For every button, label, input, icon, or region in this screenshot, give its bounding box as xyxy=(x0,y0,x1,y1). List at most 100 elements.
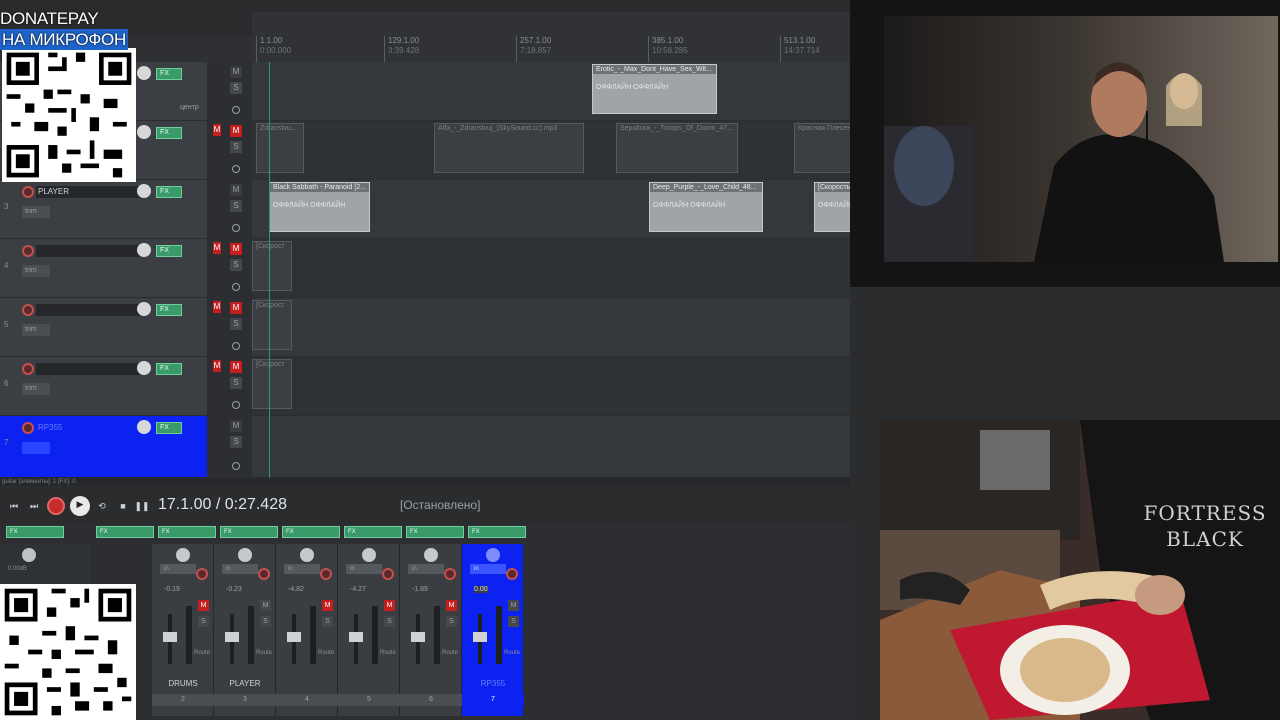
pan-knob[interactable] xyxy=(486,548,500,562)
phase-icon[interactable] xyxy=(232,165,240,173)
record-arm-button[interactable] xyxy=(22,422,34,434)
volume-knob[interactable] xyxy=(137,184,151,198)
media-item[interactable]: [Скорост xyxy=(252,359,292,409)
record-arm-button[interactable] xyxy=(22,363,34,375)
volume-knob[interactable] xyxy=(137,125,151,139)
fx-button[interactable]: FX xyxy=(156,245,182,257)
track-lane[interactable]: Zdravstvu... Alfa_-_Zdravstvuj_(SkySound… xyxy=(252,121,850,180)
track-lane[interactable]: [Скорост xyxy=(252,357,850,416)
record-arm-button[interactable] xyxy=(320,568,332,580)
track-name[interactable] xyxy=(36,245,140,257)
horizontal-scrollbar[interactable] xyxy=(252,478,850,486)
solo-button[interactable]: S xyxy=(230,141,242,153)
fx-button[interactable]: FX xyxy=(156,304,182,316)
solo-button[interactable]: S xyxy=(260,616,271,627)
mute-button[interactable]: M xyxy=(230,361,242,373)
track-5[interactable]: 5 FX trim xyxy=(0,298,207,357)
record-arm-button[interactable] xyxy=(258,568,270,580)
input-button[interactable]: in xyxy=(222,564,258,574)
pan-knob[interactable] xyxy=(300,548,314,562)
volume-knob[interactable] xyxy=(137,243,151,257)
mixer-strip[interactable]: in -0.19 M S Route DRUMS 2 xyxy=(152,544,214,716)
solo-button[interactable]: S xyxy=(384,616,395,627)
record-button[interactable] xyxy=(47,497,65,515)
media-item[interactable]: Красная Плесен xyxy=(794,123,850,173)
solo-button[interactable]: S xyxy=(198,616,209,627)
track-name[interactable]: PLAYER xyxy=(36,186,140,198)
input-button[interactable]: in xyxy=(346,564,382,574)
volume-knob[interactable] xyxy=(137,302,151,316)
fx-button[interactable]: FX xyxy=(158,526,216,538)
track-lane[interactable]: Erotic_-_Max_Dont_Have_Sex_Wit... ОФФЛАЙ… xyxy=(252,62,850,121)
phase-icon[interactable] xyxy=(232,342,240,350)
phase-icon[interactable] xyxy=(232,106,240,114)
track-4[interactable]: 4 FX trim xyxy=(0,239,207,298)
solo-button[interactable]: S xyxy=(230,377,242,389)
media-item[interactable]: Zdravstvu... xyxy=(256,123,304,173)
mute-button[interactable]: M xyxy=(230,66,242,78)
mixer-strip[interactable]: in -1.89 M S Route 6 xyxy=(400,544,462,716)
media-item[interactable]: [Скорость ОФФЛАЙН xyxy=(814,182,850,232)
track-name[interactable] xyxy=(36,304,140,316)
fx-button[interactable]: FX xyxy=(156,363,182,375)
pan-knob[interactable] xyxy=(238,548,252,562)
mixer-strip[interactable]: in -0.23 M S Route PLAYER 3 xyxy=(214,544,276,716)
media-item[interactable]: Erotic_-_Max_Dont_Have_Sex_Wit... ОФФЛАЙ… xyxy=(592,64,717,114)
pan-knob[interactable] xyxy=(176,548,190,562)
fx-button[interactable]: FX xyxy=(6,526,64,538)
track-lane[interactable]: [Скорост xyxy=(252,239,850,298)
fx-button[interactable]: FX xyxy=(468,526,526,538)
solo-button[interactable]: S xyxy=(230,259,242,271)
fx-button[interactable]: FX xyxy=(96,526,154,538)
fx-button[interactable]: FX xyxy=(156,186,182,198)
solo-button[interactable]: S xyxy=(230,436,242,448)
record-arm-button[interactable] xyxy=(382,568,394,580)
media-item[interactable]: [Скорост xyxy=(252,241,292,291)
pan-knob[interactable] xyxy=(22,548,36,562)
track-lane[interactable] xyxy=(252,416,850,478)
track-6[interactable]: 6 FX trim xyxy=(0,357,207,416)
fx-button[interactable]: FX xyxy=(282,526,340,538)
media-item[interactable]: [Скорост xyxy=(252,300,292,350)
play-cursor[interactable] xyxy=(269,62,270,478)
trim-button[interactable]: trim xyxy=(22,324,50,336)
record-arm-button[interactable] xyxy=(22,304,34,316)
solo-button[interactable]: S xyxy=(322,616,333,627)
mute-button[interactable]: M xyxy=(230,420,242,432)
trim-button[interactable]: trim xyxy=(22,383,50,395)
trim-button[interactable]: trim xyxy=(22,265,50,277)
track-name[interactable]: RP355 xyxy=(36,422,140,434)
go-to-start-icon[interactable]: ⏮ xyxy=(6,498,22,514)
fader-handle[interactable] xyxy=(349,632,363,642)
fx-button[interactable]: FX xyxy=(156,422,182,434)
mute-button[interactable]: M xyxy=(230,302,242,314)
record-arm-button[interactable] xyxy=(22,186,34,198)
phase-icon[interactable] xyxy=(232,283,240,291)
pause-button[interactable]: ❚❚ xyxy=(134,498,150,514)
solo-button[interactable]: S xyxy=(446,616,457,627)
record-arm-button[interactable] xyxy=(444,568,456,580)
fx-button[interactable]: FX xyxy=(156,68,182,80)
fx-button[interactable]: FX xyxy=(220,526,278,538)
track-lane[interactable]: Black Sabbath - Paranoid [2... ОФФЛАЙН О… xyxy=(252,180,850,239)
fx-button[interactable]: FX xyxy=(156,127,182,139)
fx-button[interactable]: FX xyxy=(344,526,402,538)
media-item[interactable]: Sepultura_-_Troops_Of_Doom_47... xyxy=(616,123,738,173)
mute-button[interactable]: M xyxy=(198,600,209,611)
media-item[interactable]: Black Sabbath - Paranoid [2... ОФФЛАЙН О… xyxy=(269,182,370,232)
mute-button[interactable]: M xyxy=(230,243,242,255)
mute-button[interactable]: M xyxy=(322,600,333,611)
mute-button[interactable]: M xyxy=(446,600,457,611)
mixer-strip[interactable]: in 0.00 M S Route RP355 7 xyxy=(462,544,524,716)
solo-button[interactable]: S xyxy=(508,616,519,627)
fader-handle[interactable] xyxy=(287,632,301,642)
solo-button[interactable]: S xyxy=(230,200,242,212)
route-button[interactable]: Route xyxy=(380,650,396,656)
track-7[interactable]: 7 RP355 FX trim xyxy=(0,416,207,478)
arrange-view[interactable]: Erotic_-_Max_Dont_Have_Sex_Wit... ОФФЛАЙ… xyxy=(252,62,850,478)
volume-knob[interactable] xyxy=(137,420,151,434)
mute-button[interactable]: M xyxy=(260,600,271,611)
route-button[interactable]: Route xyxy=(194,650,210,656)
trim-button[interactable]: trim xyxy=(22,206,50,218)
timeline-ruler[interactable]: 1.1.00 0:00.000 129.1.00 3:39.428 257.1.00… xyxy=(252,12,850,62)
